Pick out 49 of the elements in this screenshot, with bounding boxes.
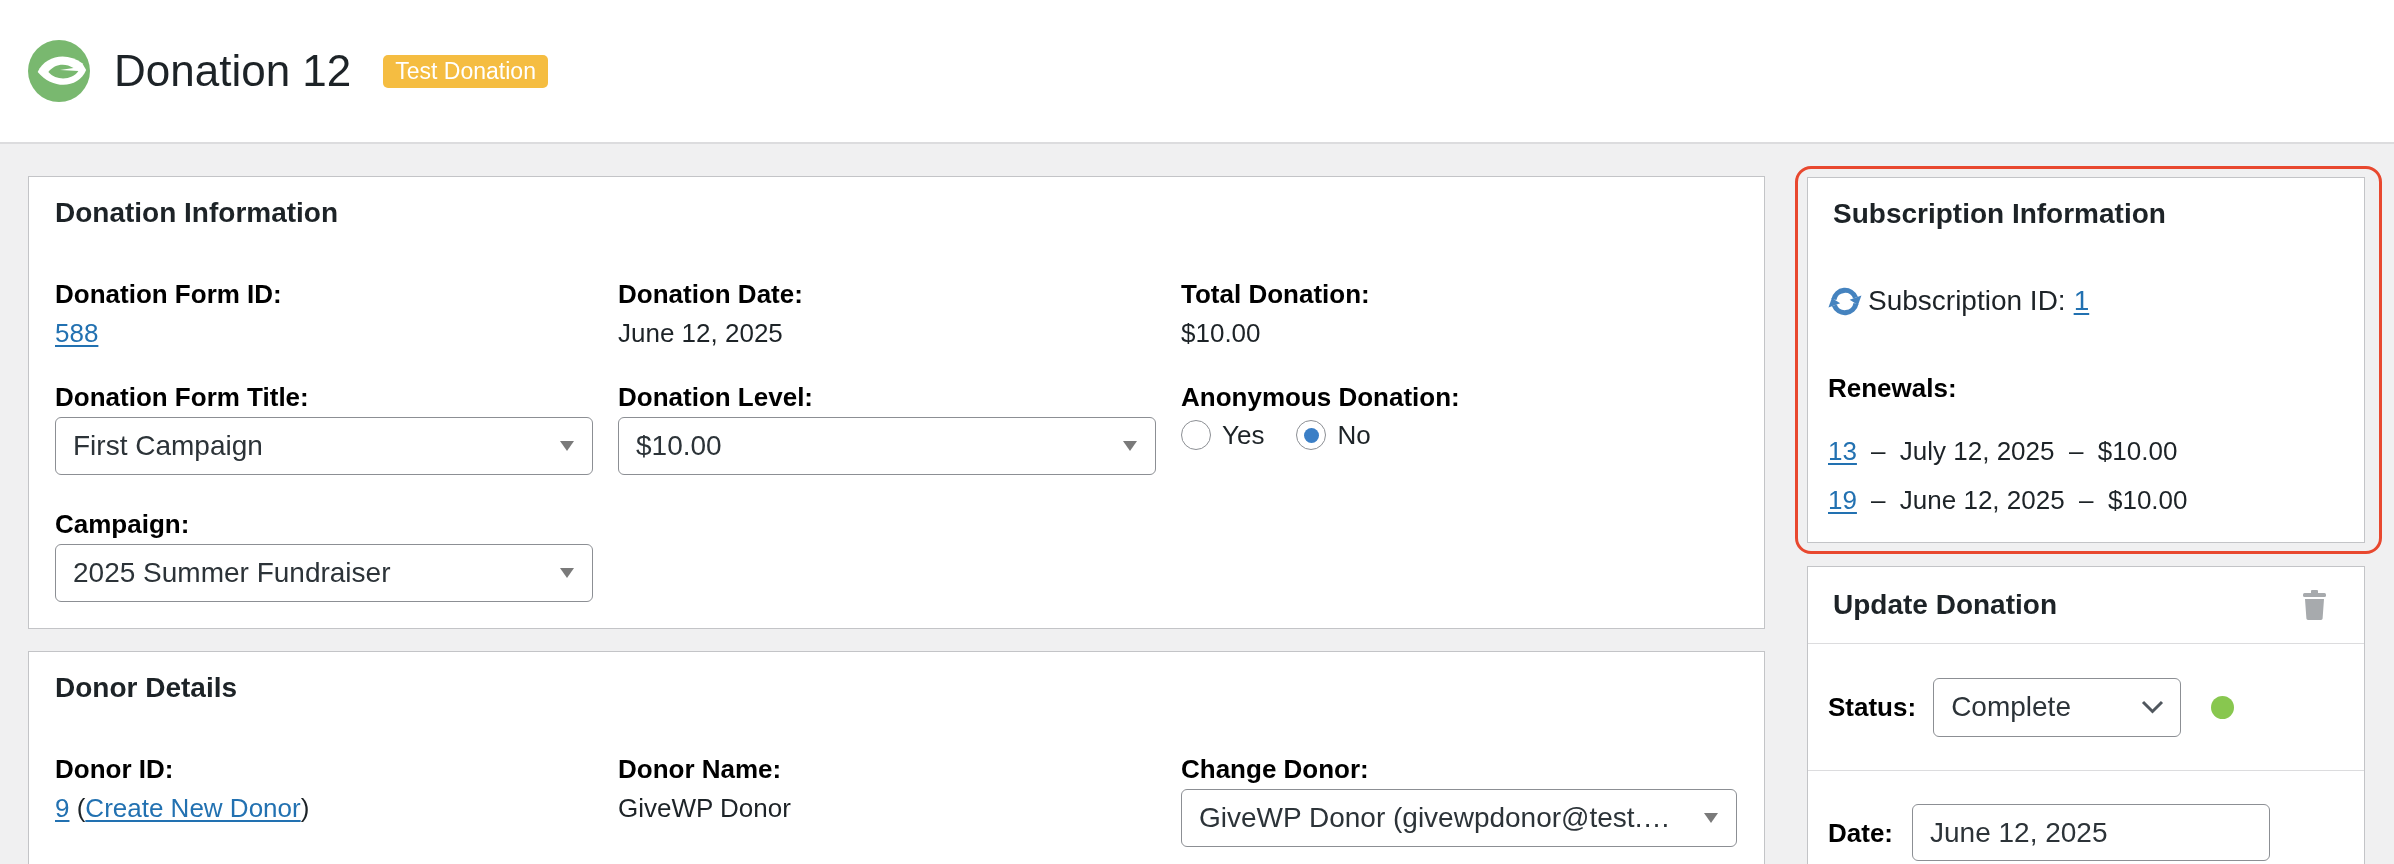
dropdown-select[interactable]: 2025 Summer Fundraiser xyxy=(55,544,593,602)
caret-icon xyxy=(560,441,574,451)
renewal-entry: 13 – July 12, 2025 – $10.00 xyxy=(1828,436,2179,466)
card-title: Update Donation xyxy=(1833,589,2057,621)
field-label: Renewals: xyxy=(1828,373,1958,403)
field-label: Change Donor: xyxy=(1181,754,1370,784)
value-link[interactable]: 9 xyxy=(55,793,70,823)
value-link[interactable]: Create New Donor xyxy=(85,793,301,823)
field-label: Anonymous Donation: xyxy=(1181,382,1461,412)
card-title: Donation Information xyxy=(55,197,340,229)
donation-type-badge: Test Donation xyxy=(383,54,548,88)
field-label: Campaign: xyxy=(55,509,191,539)
field-value: GiveWP Donor xyxy=(618,793,792,823)
dropdown-select[interactable]: $10.00 xyxy=(618,417,1156,475)
caret-icon xyxy=(560,568,574,578)
field-label: Donation Date: xyxy=(618,279,804,309)
radio-label[interactable]: Yes xyxy=(1222,420,1265,450)
dropdown-select[interactable]: GiveWP Donor (givewpdonor@test.… xyxy=(1181,789,1737,847)
logo-icon xyxy=(28,40,90,102)
field-label: Date: xyxy=(1828,817,1893,848)
field-label: Donor ID: xyxy=(55,754,175,784)
caret-icon xyxy=(1123,441,1137,451)
renewal-link[interactable]: 19 xyxy=(1828,485,1857,515)
field-label: Status: xyxy=(1828,692,1917,722)
renewal-entry: 19 – June 12, 2025 – $10.00 xyxy=(1828,485,2189,515)
dropdown-select[interactable]: First Campaign xyxy=(55,417,593,475)
field-label: Donation Level: xyxy=(618,382,814,412)
subscription-link[interactable]: 1 xyxy=(2073,285,2090,316)
field-value: June 12, 2025 xyxy=(618,318,784,348)
radio-button[interactable] xyxy=(1296,420,1327,450)
trash-icon[interactable] xyxy=(2303,590,2326,620)
field-value: 9 (Create New Donor) xyxy=(55,793,311,823)
date-input[interactable]: June 12, 2025 xyxy=(1912,804,2270,861)
field-label: Donation Form ID: xyxy=(55,279,283,309)
field-label: Total Donation: xyxy=(1181,279,1371,309)
chevron-down-icon xyxy=(2141,700,2165,714)
field-label: Donor Name: xyxy=(618,754,783,784)
caret-icon xyxy=(1704,813,1718,823)
card-title: Subscription Information xyxy=(1833,198,2167,230)
field-label: Donation Form Title: xyxy=(55,382,310,412)
radio-button[interactable] xyxy=(1181,420,1211,450)
subscription-id-text: Subscription ID: 1 xyxy=(1868,284,2090,318)
radio-label[interactable]: No xyxy=(1337,420,1371,450)
status-select[interactable]: Complete xyxy=(1933,677,2182,737)
page-title: Donation 12 xyxy=(114,45,352,97)
value-link[interactable]: 588 xyxy=(55,318,99,348)
renewal-link[interactable]: 13 xyxy=(1828,436,1857,466)
card-title: Donor Details xyxy=(55,672,239,704)
field-value: $10.00 xyxy=(1181,318,1262,348)
